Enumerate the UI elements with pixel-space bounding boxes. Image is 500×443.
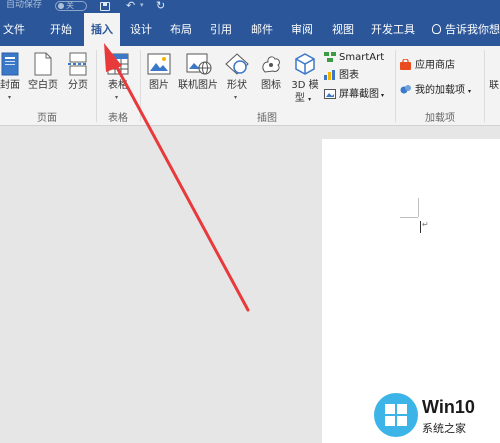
cover-page-button[interactable]: 封面 ▾ (0, 50, 22, 102)
autosave-toggle[interactable]: 关 (55, 1, 87, 11)
3d-models-button[interactable]: 3D 模 型 ▾ (288, 50, 322, 110)
online-pictures-label: 联机图片 (178, 80, 218, 91)
group-divider (96, 50, 97, 122)
watermark-logo: Win10 系统之家 (374, 393, 500, 443)
shapes-icon (225, 53, 249, 75)
screenshot-icon (324, 89, 336, 99)
ribbon-tab-bar: 文件 开始 插入 设计 布局 引用 邮件 审阅 视图 开发工具 告诉我你想 (0, 13, 500, 46)
tab-home[interactable]: 开始 (44, 13, 78, 46)
tab-file[interactable]: 文件 (0, 13, 28, 46)
group-divider (484, 50, 485, 122)
title-bar: 自动保存 关 ↶ ▾ ↻ (0, 0, 500, 13)
table-dropdown-icon: ▾ (115, 94, 119, 101)
store-bag-icon (400, 58, 412, 70)
tell-me-search[interactable]: 告诉我你想 (432, 13, 500, 46)
smartart-icon (324, 52, 336, 62)
shapes-button[interactable]: 形状 ▾ (222, 50, 252, 106)
online-video-label-partial: 联 (489, 80, 499, 91)
ribbon-insert: 封面 ▾ 空白页 分页 页面 表格 ▾ 表格 图片 联机图片 形状 ▾ 图标 3… (0, 46, 500, 126)
margin-crop-mark (418, 198, 419, 217)
group-divider (140, 50, 141, 122)
my-addins-label: 我的加载项 (415, 85, 465, 96)
shapes-label: 形状 (227, 80, 247, 91)
screenshot-label: 屏幕截图 (339, 89, 379, 100)
undo-icon[interactable]: ↶ (126, 0, 135, 13)
3d-models-label-line2: 型 ▾ (291, 93, 315, 106)
windows-logo-icon (385, 404, 407, 426)
table-button[interactable]: 表格 ▾ (100, 50, 136, 106)
cover-dropdown-icon: ▾ (8, 94, 12, 101)
toggle-knob-icon (58, 3, 64, 9)
watermark-subtitle: 系统之家 (422, 422, 466, 435)
icons-button[interactable]: 图标 (256, 50, 286, 102)
tab-insert[interactable]: 插入 (84, 13, 120, 46)
smartart-label: SmartArt (339, 52, 385, 63)
blank-page-button[interactable]: 空白页 (26, 50, 60, 102)
page-break-label: 分页 (68, 80, 88, 91)
online-video-button[interactable]: 联 (488, 80, 500, 92)
3d-models-dropdown-icon: ▾ (308, 96, 312, 103)
pictures-label: 图片 (149, 80, 169, 91)
tables-group-label: 表格 (108, 113, 128, 124)
illustrations-group-label: 插图 (257, 113, 277, 124)
my-addins-icon (400, 84, 412, 94)
online-pictures-button[interactable]: 联机图片 (176, 50, 220, 102)
cover-page-label: 封面 (0, 80, 20, 91)
chart-label: 图表 (339, 70, 359, 81)
cover-page-icon (1, 52, 19, 76)
margin-crop-mark (400, 217, 418, 218)
group-divider (395, 50, 396, 122)
tab-layout[interactable]: 布局 (166, 13, 196, 46)
icons-icon (262, 56, 280, 73)
3d-models-label-line1: 3D 模 (291, 80, 319, 91)
tab-review[interactable]: 审阅 (287, 13, 317, 46)
tab-view[interactable]: 视图 (328, 13, 358, 46)
my-addins-button[interactable]: 我的加载项 ▾ (400, 84, 471, 98)
3d-models-label-line2-text: 型 (294, 93, 305, 104)
tab-design[interactable]: 设计 (126, 13, 156, 46)
autosave-state: 关 (66, 1, 74, 10)
text-cursor (420, 221, 421, 233)
store-label: 应用商店 (415, 60, 455, 71)
redo-icon[interactable]: ↻ (156, 0, 165, 13)
tab-mailings[interactable]: 邮件 (247, 13, 277, 46)
pictures-button[interactable]: 图片 (144, 50, 174, 102)
smartart-button[interactable]: SmartArt (324, 51, 384, 65)
screenshot-dropdown-icon: ▾ (381, 92, 385, 99)
blank-page-label: 空白页 (28, 80, 58, 91)
lightbulb-icon (432, 24, 441, 34)
store-button[interactable]: 应用商店 (400, 58, 455, 73)
chart-button[interactable]: 图表 (324, 69, 359, 83)
tab-developer[interactable]: 开发工具 (368, 13, 418, 46)
3d-cube-icon (295, 53, 315, 75)
watermark-title: Win10 (422, 397, 475, 417)
tell-me-text: 告诉我你想 (445, 23, 500, 36)
page-break-button[interactable]: 分页 (64, 50, 92, 102)
table-icon (107, 53, 129, 75)
addins-group-label: 加载项 (425, 113, 455, 124)
my-addins-dropdown-icon: ▾ (468, 88, 472, 95)
undo-dropdown-icon[interactable]: ▾ (140, 0, 144, 13)
tab-references[interactable]: 引用 (206, 13, 236, 46)
pictures-icon (147, 53, 171, 75)
screenshot-button[interactable]: 屏幕截图 ▾ (324, 88, 384, 102)
table-label: 表格 (108, 80, 128, 91)
chart-icon (324, 70, 336, 80)
page-break-icon (68, 52, 88, 76)
paragraph-mark: ↵ (422, 220, 429, 229)
pages-group-label: 页面 (37, 113, 57, 124)
shapes-dropdown-icon: ▾ (234, 94, 238, 101)
autosave-label: 自动保存 (6, 0, 43, 10)
icons-label: 图标 (261, 80, 281, 91)
save-icon[interactable] (100, 2, 110, 11)
online-pictures-icon (186, 53, 212, 75)
blank-page-icon (34, 52, 52, 76)
